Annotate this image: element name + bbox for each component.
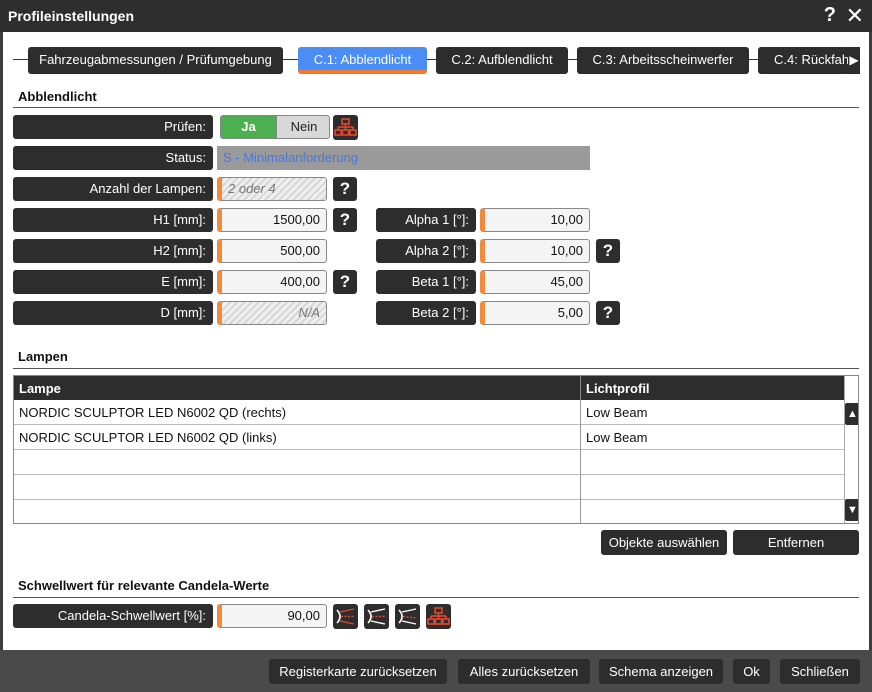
section-divider bbox=[13, 368, 859, 369]
table-row[interactable]: NORDIC SCULPTOR LED N6002 QD (links) Low… bbox=[14, 425, 844, 450]
help-icon[interactable]: ? bbox=[333, 270, 357, 294]
d-label: D [mm]: bbox=[13, 301, 213, 325]
d-field: N/A bbox=[217, 301, 327, 325]
candela-threshold-label: Candela-Schwellwert [%]: bbox=[13, 604, 213, 628]
scroll-down-icon[interactable]: ▼ bbox=[845, 499, 858, 521]
table-row[interactable] bbox=[14, 475, 844, 500]
tab-next-icon[interactable]: ▶ bbox=[848, 47, 860, 74]
remove-button[interactable]: Entfernen bbox=[733, 530, 859, 555]
footer-bar: Registerkarte zurücksetzen Alles zurücks… bbox=[0, 650, 872, 692]
pruefen-toggle[interactable]: Ja Nein bbox=[220, 115, 330, 139]
tab-aufblendlicht[interactable]: C.2: Aufblendlicht bbox=[436, 47, 568, 74]
table-row[interactable] bbox=[14, 450, 844, 475]
help-icon[interactable]: ? bbox=[824, 4, 836, 27]
e-field[interactable]: 400,00 bbox=[217, 270, 327, 294]
scroll-up-icon[interactable]: ▲ bbox=[845, 403, 858, 425]
beta1-label: Beta 1 [°]: bbox=[376, 270, 476, 294]
column-separator bbox=[580, 400, 581, 523]
close-button[interactable]: Schließen bbox=[780, 659, 860, 684]
h2-field[interactable]: 500,00 bbox=[217, 239, 327, 263]
status-value: S - Minimalanforderung bbox=[217, 146, 590, 170]
schema-tree-icon[interactable] bbox=[426, 604, 451, 629]
lamp-beam-mid-icon[interactable] bbox=[364, 604, 389, 629]
section-title-lampen: Lampen bbox=[18, 349, 68, 364]
beta1-field[interactable]: 45,00 bbox=[480, 270, 590, 294]
reset-tab-button[interactable]: Registerkarte zurücksetzen bbox=[269, 659, 447, 684]
section-title-abblendlicht: Abblendlicht bbox=[18, 89, 97, 104]
alpha2-label: Alpha 2 [°]: bbox=[376, 239, 476, 263]
beta2-label: Beta 2 [°]: bbox=[376, 301, 476, 325]
help-icon[interactable]: ? bbox=[333, 208, 357, 232]
table-header: Lampe Lichtprofil bbox=[14, 376, 844, 400]
section-divider bbox=[13, 107, 859, 108]
column-header-lampe[interactable]: Lampe bbox=[19, 381, 61, 396]
cell-lichtprofil: Low Beam bbox=[586, 430, 648, 445]
e-label: E [mm]: bbox=[13, 270, 213, 294]
column-header-lichtprofil[interactable]: Lichtprofil bbox=[586, 381, 650, 396]
tab-abblendlicht[interactable]: C.1: Abblendlicht bbox=[298, 47, 427, 74]
pruefen-no-option[interactable]: Nein bbox=[276, 116, 329, 138]
alpha1-label: Alpha 1 [°]: bbox=[376, 208, 476, 232]
alpha2-field[interactable]: 10,00 bbox=[480, 239, 590, 263]
beta2-field[interactable]: 5,00 bbox=[480, 301, 590, 325]
alpha1-field[interactable]: 10,00 bbox=[480, 208, 590, 232]
lampen-table: Lampe Lichtprofil NORDIC SCULPTOR LED N6… bbox=[13, 375, 859, 524]
tab-fahrzeugabmessungen[interactable]: Fahrzeugabmessungen / Prüfumgebung bbox=[28, 47, 283, 74]
lamp-beam-low-icon[interactable] bbox=[395, 604, 420, 629]
close-icon[interactable]: ✕ bbox=[846, 3, 864, 29]
h1-field[interactable]: 1500,00 bbox=[217, 208, 327, 232]
table-row[interactable] bbox=[14, 500, 844, 523]
cell-lampe: NORDIC SCULPTOR LED N6002 QD (links) bbox=[19, 430, 277, 445]
section-divider bbox=[13, 597, 859, 598]
lamp-beam-high-icon[interactable] bbox=[333, 604, 358, 629]
profile-settings-window: Profileinstellungen ? ✕ Fahrzeugabmessun… bbox=[0, 0, 872, 692]
h2-label: H2 [mm]: bbox=[13, 239, 213, 263]
help-icon[interactable]: ? bbox=[333, 177, 357, 201]
status-label: Status: bbox=[13, 146, 213, 170]
ok-button[interactable]: Ok bbox=[733, 659, 770, 684]
select-objects-button[interactable]: Objekte auswählen bbox=[601, 530, 727, 555]
show-schema-button[interactable]: Schema anzeigen bbox=[599, 659, 723, 684]
lampen-count-field: 2 oder 4 bbox=[217, 177, 327, 201]
pruefen-label: Prüfen: bbox=[13, 115, 213, 139]
cell-lichtprofil: Low Beam bbox=[586, 405, 648, 420]
content-area: Fahrzeugabmessungen / Prüfumgebung C.1: … bbox=[3, 32, 869, 650]
h1-label: H1 [mm]: bbox=[13, 208, 213, 232]
cell-lampe: NORDIC SCULPTOR LED N6002 QD (rechts) bbox=[19, 405, 287, 420]
pruefen-yes-option[interactable]: Ja bbox=[221, 116, 276, 138]
lampen-count-label: Anzahl der Lampen: bbox=[13, 177, 213, 201]
table-row[interactable]: NORDIC SCULPTOR LED N6002 QD (rechts) Lo… bbox=[14, 400, 844, 425]
window-title: Profileinstellungen bbox=[8, 8, 135, 24]
help-icon[interactable]: ? bbox=[596, 301, 620, 325]
title-bar: Profileinstellungen ? ✕ bbox=[0, 0, 872, 32]
help-icon[interactable]: ? bbox=[596, 239, 620, 263]
reset-all-button[interactable]: Alles zurücksetzen bbox=[458, 659, 590, 684]
section-title-schwellwert: Schwellwert für relevante Candela-Werte bbox=[18, 578, 270, 593]
schema-tree-icon[interactable] bbox=[333, 115, 358, 140]
tab-rueckfahr[interactable]: C.4: Rückfahr bbox=[758, 47, 850, 74]
table-scrollbar[interactable]: ▲ ▼ bbox=[844, 376, 858, 523]
column-separator bbox=[580, 376, 581, 400]
candela-threshold-field[interactable]: 90,00 bbox=[217, 604, 327, 628]
tab-arbeitsscheinwerfer[interactable]: C.3: Arbeitsscheinwerfer bbox=[577, 47, 749, 74]
